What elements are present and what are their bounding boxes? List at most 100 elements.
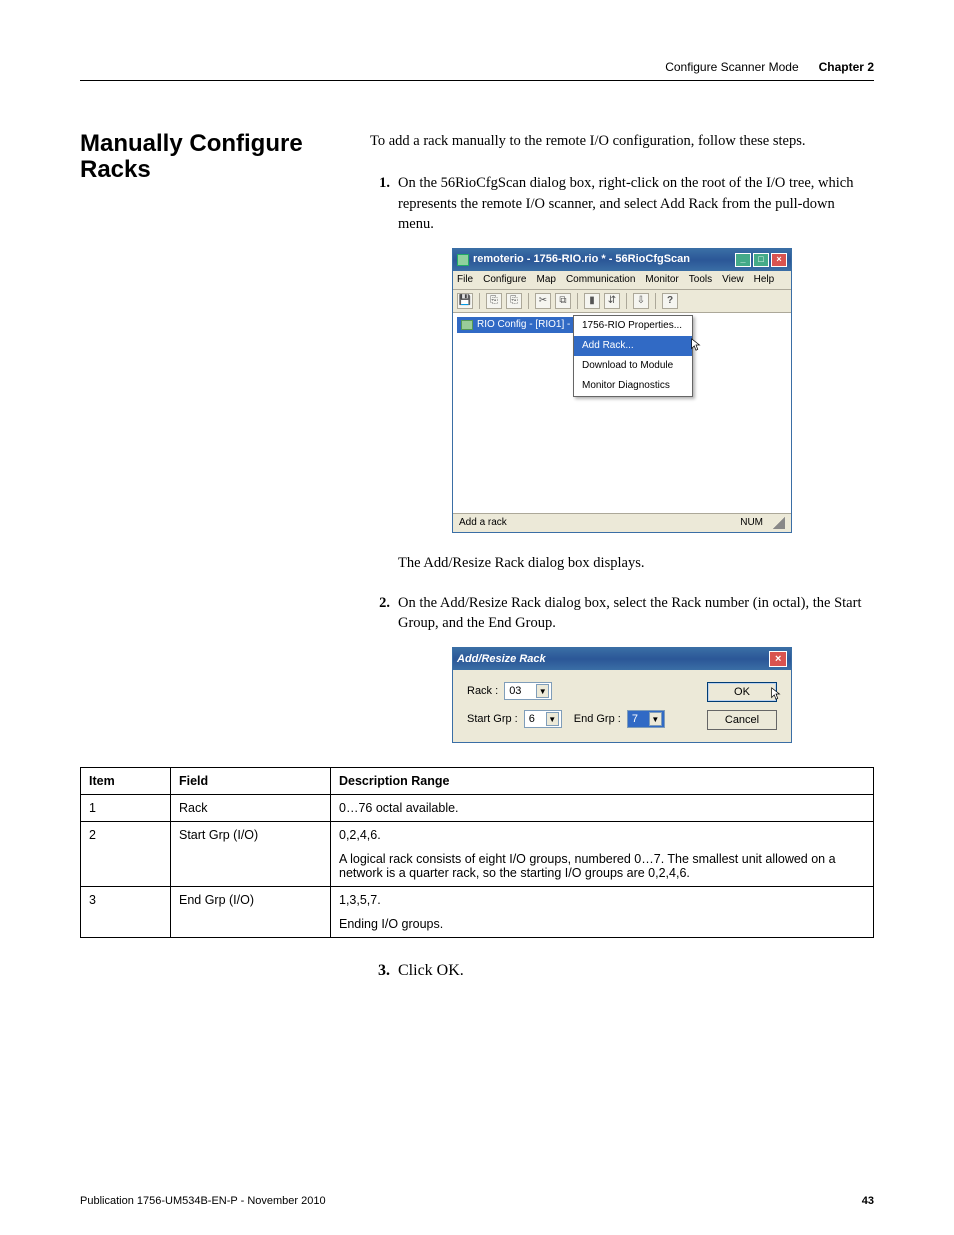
copy-icon[interactable]: ⧉ [555,293,571,309]
cell-field: Rack [171,795,331,822]
cell-desc: 0…76 octal available. [331,795,874,822]
chevron-down-icon[interactable]: ▼ [536,684,549,698]
cursor-icon [770,687,782,701]
rack-combo[interactable]: 03 ▼ [504,682,552,700]
th-field: Field [171,768,331,795]
tool-btn-7[interactable]: ⇩ [633,293,649,309]
ok-button[interactable]: OK [707,682,777,702]
th-item: Item [81,768,171,795]
statusbar: Add a rack NUM [453,513,791,532]
intro-text: To add a rack manually to the remote I/O… [370,131,874,151]
step-1: 1. On the 56RioCfgScan dialog box, right… [370,173,874,234]
th-desc: Description Range [331,768,874,795]
desc-line: 0…76 octal available. [339,801,865,815]
menu-view[interactable]: View [722,273,744,287]
close-button[interactable]: × [771,253,787,267]
cell-desc: 1,3,5,7. Ending I/O groups. [331,887,874,938]
dialog-close-button[interactable]: × [769,651,787,667]
page-header: Configure Scanner Mode Chapter 2 [80,60,874,81]
startgrp-label: Start Grp : [467,712,518,727]
rack-value: 03 [509,684,521,699]
tool-btn-2[interactable]: ⎘ [506,293,522,309]
endgrp-combo[interactable]: 7 ▼ [627,710,665,728]
chevron-down-icon[interactable]: ▼ [649,712,662,726]
menu-file[interactable]: File [457,273,473,287]
toolbar-separator [479,293,480,309]
info-table: Item Field Description Range 1 Rack 0…76… [80,767,874,938]
maximize-button[interactable]: □ [753,253,769,267]
side-heading: Manually Configure Racks [80,131,340,184]
tool-btn-1[interactable]: ⎘ [486,293,502,309]
resize-grip-icon[interactable] [773,517,785,529]
ok-label: OK [734,685,750,700]
status-left: Add a rack [459,516,507,530]
toolbar-separator [655,293,656,309]
cell-item: 3 [81,887,171,938]
menu-monitor[interactable]: Monitor [645,273,678,287]
header-chapter: Chapter 2 [819,60,874,74]
cell-item: 2 [81,822,171,887]
app-titlebar: remoterio - 1756-RIO.rio * - 56RioCfgSca… [453,249,791,270]
rack-field-row: Rack : 03 ▼ [467,682,665,700]
tree-root-label: RIO Config - [RIO1] - [477,318,570,332]
table-row: 1 Rack 0…76 octal available. [81,795,874,822]
tool-btn-6[interactable]: ⇵ [604,293,620,309]
help-icon[interactable]: ? [662,293,678,309]
menu-help[interactable]: Help [754,273,775,287]
step-number: 1. [370,173,390,234]
desc-line: 1,3,5,7. [339,893,865,907]
page-number: 43 [862,1195,874,1207]
step-text: On the Add/Resize Rack dialog box, selec… [398,593,874,634]
page-footer: Publication 1756-UM534B-EN-P - November … [80,1195,874,1207]
app-icon [457,254,469,266]
cursor-icon [690,338,702,352]
toolbar-separator [626,293,627,309]
cell-desc: 0,2,4,6. A logical rack consists of eigh… [331,822,874,887]
step-text: Click OK. [398,962,874,980]
ctx-add-rack[interactable]: Add Rack... [574,336,692,356]
toolbar-separator [577,293,578,309]
table-row: 2 Start Grp (I/O) 0,2,4,6. A logical rac… [81,822,874,887]
grp-field-row: Start Grp : 6 ▼ End Grp : 7 ▼ [467,710,665,728]
startgrp-combo[interactable]: 6 ▼ [524,710,562,728]
cell-field: Start Grp (I/O) [171,822,331,887]
after-step1-text: The Add/Resize Rack dialog box displays. [398,553,874,573]
cell-item: 1 [81,795,171,822]
chevron-down-icon[interactable]: ▼ [546,712,559,726]
cut-icon[interactable]: ✂ [535,293,551,309]
header-section: Configure Scanner Mode [665,60,798,74]
step-3: 3. Click OK. [370,962,874,980]
step-2: 2. On the Add/Resize Rack dialog box, se… [370,593,874,634]
status-num: NUM [740,516,763,530]
desc-line: 0,2,4,6. [339,828,865,842]
tree-root-item[interactable]: RIO Config - [RIO1] - [457,317,574,333]
menubar: File Configure Map Communication Monitor… [453,271,791,290]
ctx-monitor[interactable]: Monitor Diagnostics [574,376,692,396]
context-menu: 1756-RIO Properties... Add Rack... Downl… [573,315,693,397]
menu-map[interactable]: Map [536,273,555,287]
ctx-properties[interactable]: 1756-RIO Properties... [574,316,692,336]
dialog-titlebar: Add/Resize Rack × [453,648,791,670]
toolbar-separator [528,293,529,309]
step-number: 2. [370,593,390,634]
table-row: 3 End Grp (I/O) 1,3,5,7. Ending I/O grou… [81,887,874,938]
step-number: 3. [370,962,390,980]
menu-configure[interactable]: Configure [483,273,526,287]
minimize-button[interactable]: _ [735,253,751,267]
menu-communication[interactable]: Communication [566,273,635,287]
save-icon[interactable]: 💾 [457,293,473,309]
tool-btn-5[interactable]: ▮ [584,293,600,309]
step-text: On the 56RioCfgScan dialog box, right-cl… [398,173,874,234]
rio-config-icon [461,320,473,330]
tree-area: RIO Config - [RIO1] - 1756-RIO Propertie… [453,313,791,513]
desc-line: A logical rack consists of eight I/O gro… [339,852,865,880]
endgrp-value: 7 [632,712,638,727]
publication-text: Publication 1756-UM534B-EN-P - November … [80,1195,326,1207]
desc-line: Ending I/O groups. [339,917,865,931]
endgrp-label: End Grp : [574,712,621,727]
rack-label: Rack : [467,684,498,699]
startgrp-value: 6 [529,712,535,727]
ctx-download[interactable]: Download to Module [574,356,692,376]
menu-tools[interactable]: Tools [689,273,712,287]
cancel-button[interactable]: Cancel [707,710,777,730]
